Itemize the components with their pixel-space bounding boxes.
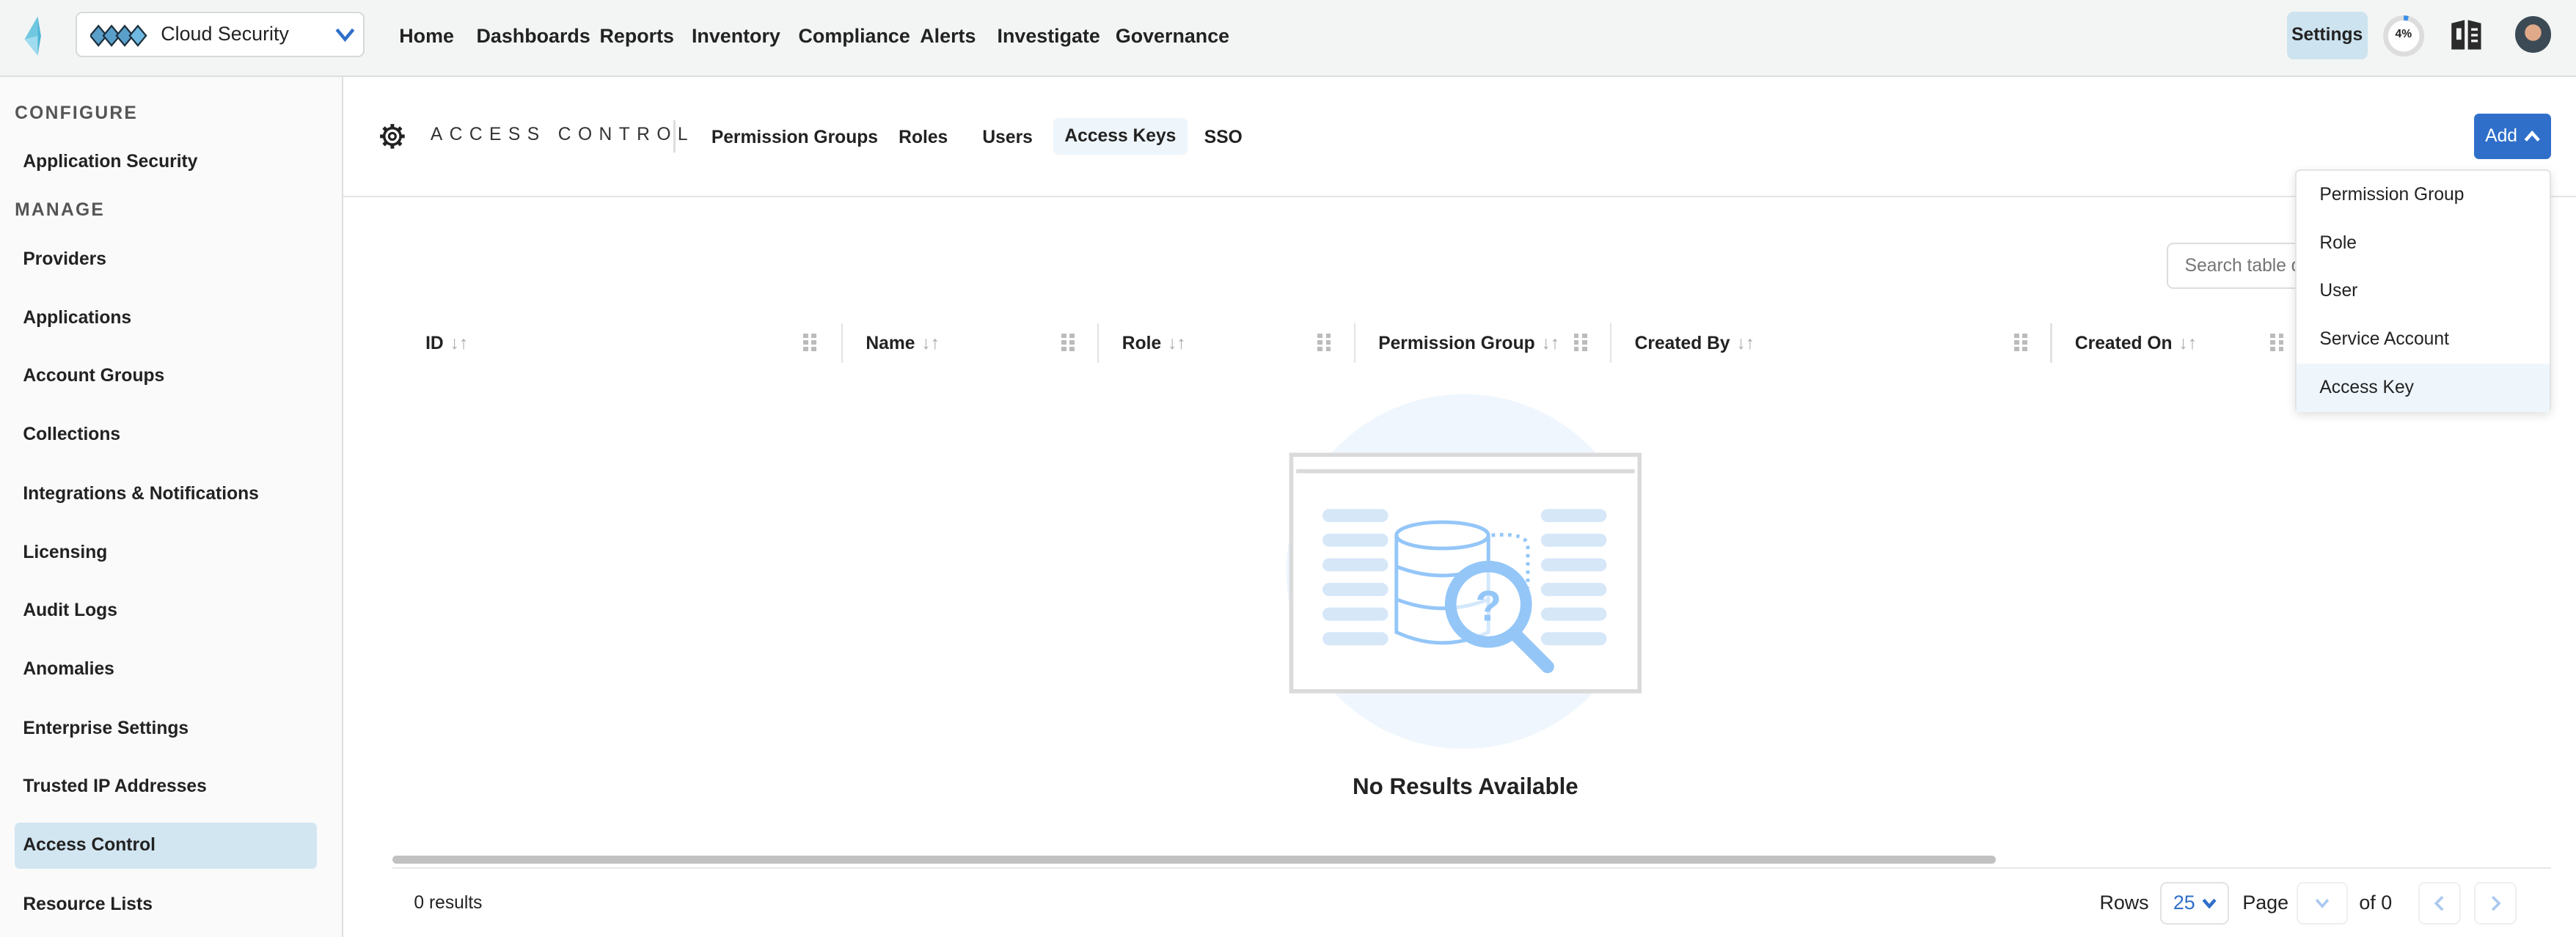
sidebar-item-application-security[interactable]: Application Security [15,139,317,185]
sidebar-item-licensing[interactable]: Licensing [15,530,317,576]
sidebar-item-enterprise-settings[interactable]: Enterprise Settings [15,706,317,752]
chevron-left-icon [2434,895,2444,911]
top-bar [0,0,2576,78]
footer-border [392,867,2552,869]
menu-item-user[interactable]: User [2297,267,2550,315]
settings-button[interactable]: Settings [2286,11,2368,59]
nav-home[interactable]: Home [399,25,454,48]
sidebar-item-account-groups[interactable]: Account Groups [15,353,317,400]
sidebar-item-collections[interactable]: Collections [15,412,317,458]
nav-investigate[interactable]: Investigate [998,25,1100,48]
menu-item-role[interactable]: Role [2297,219,2550,268]
sort-icon[interactable]: ↓↑ [1737,334,1755,353]
sidebar-item-resource-lists[interactable]: Resource Lists [15,882,317,928]
drag-handle-icon[interactable] [1573,333,1587,352]
empty-state-text: No Results Available [1353,773,1578,799]
sidebar-item-access-control[interactable]: Access Control [15,823,318,869]
progress-ring[interactable]: 4% [2382,15,2425,57]
add-button[interactable]: Add [2474,113,2552,160]
header-border [343,195,2576,197]
rows-label: Rows [2099,892,2149,914]
drag-handle-icon[interactable] [2270,333,2284,352]
sidebar-section-manage: MANAGE [15,200,106,221]
rows-per-page-value: 25 [2173,892,2195,914]
nav-compliance[interactable]: Compliance [799,25,910,48]
menu-item-permission-group[interactable]: Permission Group [2297,171,2550,219]
user-avatar[interactable] [2515,16,2552,53]
drag-handle-icon[interactable] [1061,333,1075,352]
tab-sso[interactable]: SSO [1193,126,1254,162]
nav-dashboards[interactable]: Dashboards [477,25,590,48]
column-divider[interactable] [1610,323,1612,363]
sort-icon[interactable]: ↓↑ [1168,334,1186,353]
tab-users[interactable]: Users [971,126,1044,162]
column-divider[interactable] [2050,323,2052,363]
page-title: ACCESS CONTROL [430,125,695,145]
next-page-button[interactable] [2474,881,2517,925]
product-selector[interactable]: Cloud Security [76,11,365,58]
add-dropdown-menu: Permission Group Role User Service Accou… [2295,169,2552,413]
column-header-name[interactable]: Name ↓↑ [866,334,940,354]
app-logo-icon[interactable] [21,15,51,57]
product-name: Cloud Security [161,23,289,45]
drag-handle-icon[interactable] [803,333,817,352]
progress-label: 4% [2395,28,2412,41]
drag-handle-icon[interactable] [2013,333,2027,352]
chevron-down-icon [335,28,355,43]
nav-reports[interactable]: Reports [600,25,674,48]
sidebar-item-trusted-ip[interactable]: Trusted IP Addresses [15,764,317,810]
sort-icon[interactable]: ↓↑ [1542,334,1560,353]
column-header-role[interactable]: Role ↓↑ [1122,334,1186,354]
nav-inventory[interactable]: Inventory [692,25,780,48]
prev-page-button[interactable] [2418,881,2462,925]
column-label: Created By [1634,333,1730,353]
results-count: 0 results [414,893,483,914]
column-divider[interactable] [1097,323,1099,363]
drag-handle-icon[interactable] [1317,333,1331,352]
sidebar-item-applications[interactable]: Applications [15,295,317,342]
horizontal-scrollbar[interactable] [392,855,1997,864]
column-divider[interactable] [841,323,843,363]
page-label: Page [2242,892,2289,914]
column-header-created-by[interactable]: Created By ↓↑ [1635,334,1755,354]
column-label: Role [1121,333,1162,353]
svg-text:?: ? [1475,583,1501,631]
sidebar-item-providers[interactable]: Providers [15,237,317,283]
column-header-created-on[interactable]: Created On ↓↑ [2075,334,2197,354]
add-button-label: Add [2485,125,2517,146]
column-divider[interactable] [1353,323,1355,363]
nav-governance[interactable]: Governance [1116,25,1229,48]
empty-state-illustration-icon: ? [1286,394,1642,749]
product-logo-icon [89,24,147,48]
column-label: Created On [2074,333,2173,353]
sidebar-item-integrations[interactable]: Integrations & Notifications [15,471,317,518]
page-select[interactable] [2297,881,2348,925]
column-header-id[interactable]: ID ↓↑ [425,334,468,354]
gear-icon [380,124,406,149]
tab-roles[interactable]: Roles [887,126,959,162]
column-label: Permission Group [1378,333,1535,353]
sidebar-item-anomalies[interactable]: Anomalies [15,647,317,693]
page-count: of 0 [2359,892,2393,914]
chevron-down-icon [2202,898,2217,908]
rows-per-page-select[interactable]: 25 [2160,881,2230,925]
column-label: ID [425,333,444,353]
menu-item-service-account[interactable]: Service Account [2297,315,2550,364]
sort-icon[interactable]: ↓↑ [2179,334,2198,353]
sidebar-section-configure: CONFIGURE [15,103,139,124]
sort-icon[interactable]: ↓↑ [450,334,469,353]
sidebar-item-audit-logs[interactable]: Audit Logs [15,588,317,634]
header-divider [673,120,676,153]
tab-permission-groups[interactable]: Permission Groups [700,126,890,162]
chevron-up-icon [2524,131,2540,142]
sort-icon[interactable]: ↓↑ [921,334,940,353]
column-label: Name [866,333,915,353]
chevron-down-icon [2315,899,2330,908]
tab-access-keys[interactable]: Access Keys [1053,118,1188,155]
chevron-right-icon [2491,895,2500,911]
menu-item-access-key[interactable]: Access Key [2297,364,2550,412]
book-icon[interactable] [2450,18,2483,54]
nav-alerts[interactable]: Alerts [920,25,976,48]
column-header-permission-group[interactable]: Permission Group ↓↑ [1378,334,1559,354]
